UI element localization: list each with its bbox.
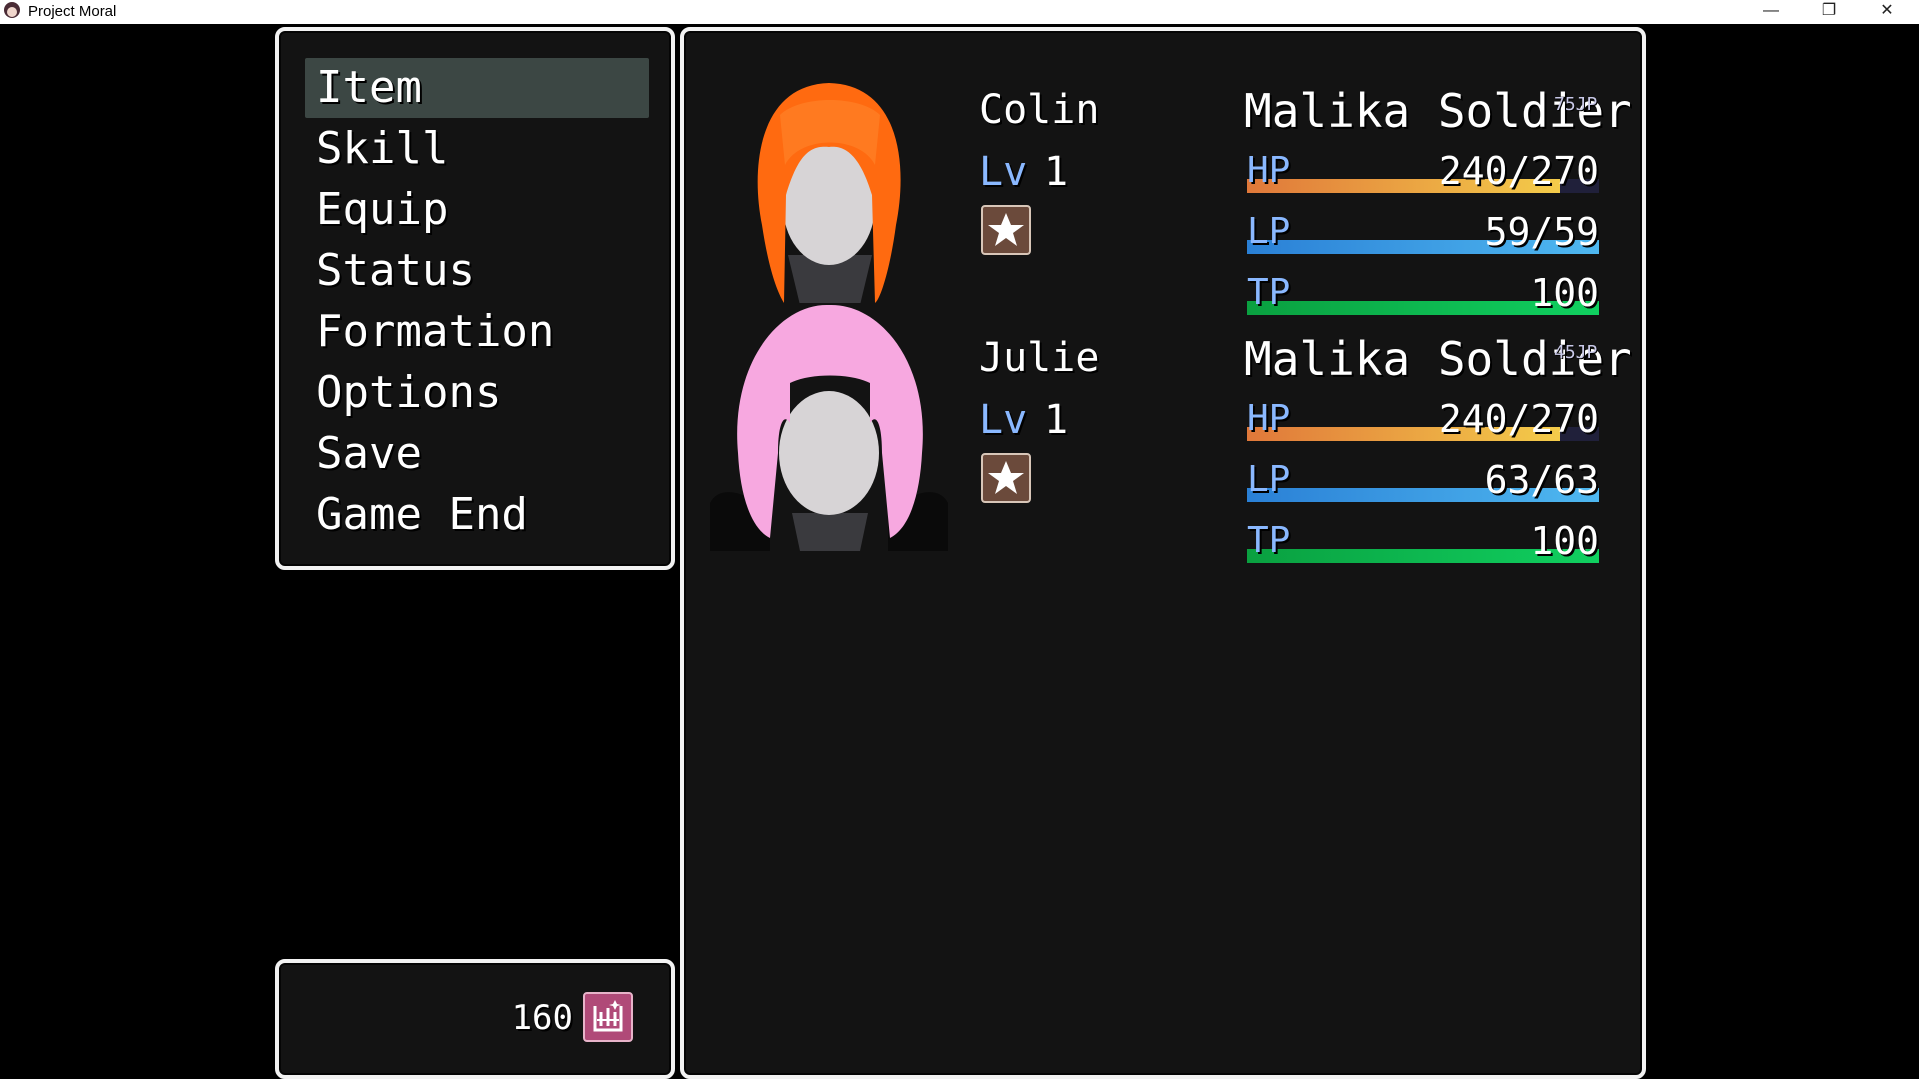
app-icon [4, 2, 20, 18]
maximize-button[interactable]: ❐ [1800, 0, 1858, 24]
party-status-window: Colin Lv 1 Malika Soldier 75JP HP 240/27… [680, 27, 1646, 1079]
gold-value: 160 [511, 998, 573, 1038]
actor-portrait [757, 83, 901, 303]
hp-gauge: HP 240/270 [1247, 149, 1599, 197]
lp-value: 63/63 [1484, 458, 1599, 502]
menu-item-item[interactable]: Item [305, 58, 649, 118]
actor-row[interactable]: Colin Lv 1 Malika Soldier 75JP HP 240/27… [684, 55, 1642, 315]
hp-gauge: HP 240/270 [1247, 397, 1599, 445]
level-value: 1 [1044, 149, 1069, 195]
gold-icon [583, 992, 633, 1042]
menu-item-save[interactable]: Save [305, 424, 649, 484]
star-icon [981, 453, 1031, 503]
lp-label: LP [1247, 211, 1291, 252]
menu-item-equip[interactable]: Equip [305, 180, 649, 240]
gold-window: 160 [275, 959, 675, 1079]
hp-label: HP [1247, 150, 1291, 191]
level-label: Lv [979, 149, 1028, 195]
tp-value: 100 [1530, 519, 1599, 563]
job-points: 45JP [1554, 342, 1598, 363]
hp-value: 240/270 [1438, 149, 1599, 193]
menu-item-game-end[interactable]: Game End [305, 485, 649, 545]
tp-gauge: TP 100 [1247, 519, 1599, 567]
job-points: 75JP [1554, 94, 1598, 115]
command-menu-window: Item Skill Equip Status Formation Option… [275, 27, 675, 570]
lp-label: LP [1247, 459, 1291, 500]
menu-item-formation[interactable]: Formation [305, 302, 649, 362]
hp-label: HP [1247, 398, 1291, 439]
lp-value: 59/59 [1484, 210, 1599, 254]
minimize-button[interactable]: — [1742, 0, 1800, 24]
lp-gauge: LP 59/59 [1247, 210, 1599, 258]
title-bar: Project Moral — ❐ ✕ [0, 0, 1919, 24]
window-title: Project Moral [28, 3, 117, 20]
level-label: Lv [979, 397, 1028, 443]
hp-value: 240/270 [1438, 397, 1599, 441]
actor-row[interactable]: Julie Lv 1 Malika Soldier 45JP HP 240/27… [684, 303, 1642, 563]
actor-name: Colin [979, 87, 1100, 133]
menu-item-status[interactable]: Status [305, 241, 649, 301]
menu-item-skill[interactable]: Skill [305, 119, 649, 179]
menu-item-options[interactable]: Options [305, 363, 649, 423]
actor-name: Julie [979, 335, 1100, 381]
close-button[interactable]: ✕ [1858, 0, 1916, 24]
star-icon [981, 205, 1031, 255]
actor-portrait [710, 304, 948, 551]
lp-gauge: LP 63/63 [1247, 458, 1599, 506]
level-value: 1 [1044, 397, 1069, 443]
tp-label: TP [1247, 520, 1291, 561]
